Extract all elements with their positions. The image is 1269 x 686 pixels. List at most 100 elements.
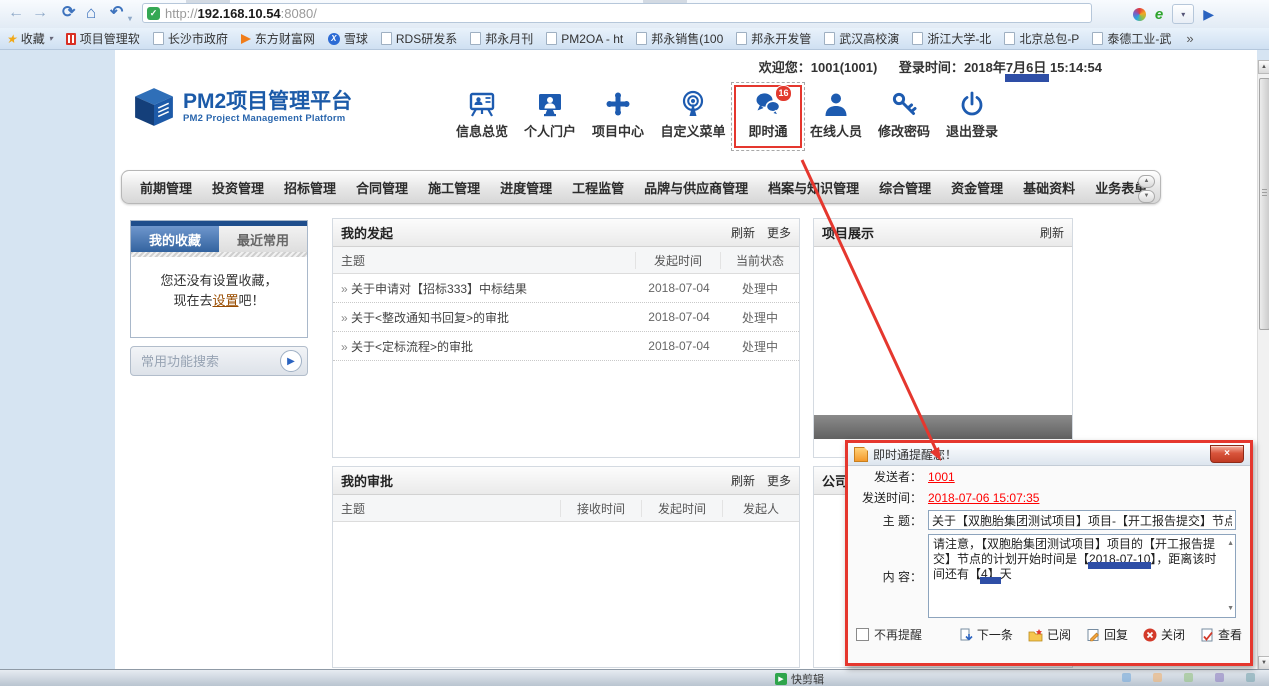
menu-scroll-down[interactable]: ▼ xyxy=(1138,190,1155,203)
bookmark-item[interactable]: 邦永月刊 xyxy=(470,30,533,47)
function-search-input[interactable] xyxy=(139,353,280,370)
refresh-link[interactable]: 刷新 xyxy=(1040,224,1064,241)
tray-icon[interactable] xyxy=(1246,673,1255,682)
dialog-close-button[interactable]: × xyxy=(1210,445,1244,463)
mark-read-button[interactable]: 已阅 xyxy=(1028,626,1071,643)
bookmark-item[interactable]: 长沙市政府 xyxy=(153,30,228,47)
tab-recently-used[interactable]: 最近常用 xyxy=(219,226,307,252)
menu-item[interactable]: 品牌与供应商管理 xyxy=(634,178,758,197)
scroll-up-icon[interactable]: ▲ xyxy=(1258,60,1269,74)
no-more-reminder-checkbox[interactable] xyxy=(856,628,869,641)
screen: ← → ⟳ ⌂ ↶ ▾ ✓ http://192.168.10.54:8080/… xyxy=(0,0,1269,686)
setup-link[interactable]: 设置 xyxy=(212,293,238,308)
bookmark-item[interactable]: 邦永开发管 xyxy=(736,30,811,47)
nav-online-users[interactable]: 在线人员 xyxy=(802,90,870,140)
nav-info-overview[interactable]: 信息总览 xyxy=(448,90,516,140)
bookmark-item[interactable]: 邦永销售(100 xyxy=(636,30,723,47)
nav-personal-portal[interactable]: 个人门户 xyxy=(516,90,584,140)
table-row[interactable]: 关于<定标流程>的审批 2018-07-04 处理中 xyxy=(333,332,799,361)
refresh-link[interactable]: 刷新 xyxy=(731,472,755,489)
power-icon xyxy=(958,90,986,118)
favorites-menu[interactable]: ★ 收藏 ▾ xyxy=(6,30,53,47)
page-scrollbar[interactable]: ▲ ▼ xyxy=(1257,60,1269,670)
nav-logout[interactable]: 退出登录 xyxy=(938,90,1006,140)
scroll-down-icon[interactable]: ▼ xyxy=(1258,656,1269,670)
bookmarks-bar: ★ 收藏 ▾ 项目管理软 长沙市政府 东方财富网 X雪球 RDS研发系 邦永月刊… xyxy=(0,28,1269,50)
forward-icon[interactable]: → xyxy=(32,3,48,23)
browser-wheel-icon[interactable] xyxy=(1133,8,1146,21)
textarea-scroll-down-icon[interactable]: ▼ xyxy=(1227,601,1234,616)
cube-logo-icon xyxy=(133,86,175,128)
textarea-scroll-up-icon[interactable]: ▲ xyxy=(1227,536,1234,551)
refresh-icon[interactable]: ⟳ xyxy=(62,3,75,23)
home-icon[interactable]: ⌂ xyxy=(86,3,96,23)
note-icon xyxy=(854,447,868,462)
taskbar-app[interactable]: ▶ 快剪辑 xyxy=(775,671,824,686)
scrollbar-thumb[interactable] xyxy=(1259,78,1269,330)
menu-item[interactable]: 前期管理 xyxy=(130,178,202,197)
close-message-button[interactable]: 关闭 xyxy=(1143,626,1185,643)
menu-item[interactable]: 资金管理 xyxy=(941,178,1013,197)
tray-icon[interactable] xyxy=(1153,673,1162,682)
bookmark-item[interactable]: 北京总包-P xyxy=(1004,30,1079,47)
nav-project-center[interactable]: 项目中心 xyxy=(584,90,652,140)
dialog-footer: 不再提醒 下一条 已阅 xyxy=(848,620,1250,643)
bookmark-item[interactable]: X雪球 xyxy=(328,30,368,47)
undo-caret-icon[interactable]: ▾ xyxy=(128,9,132,29)
menu-item[interactable]: 投资管理 xyxy=(202,178,274,197)
bookmark-item[interactable]: 泰德工业-武 xyxy=(1092,30,1171,47)
send-time-link[interactable]: 2018-07-06 15:07:35 xyxy=(928,491,1039,505)
menu-item[interactable]: 进度管理 xyxy=(490,178,562,197)
content-textarea[interactable]: 请注意，【双胞胎集团测试项目】项目的【开工报告提交】节点的计划开始时间是【201… xyxy=(928,534,1236,618)
unread-badge: 16 xyxy=(775,85,792,102)
bookmark-item[interactable]: 武汉高校演 xyxy=(824,30,899,47)
app-logo: PM2项目管理平台 PM2 Project Management Platfor… xyxy=(133,86,352,128)
bookmark-item[interactable]: 浙江大学-北 xyxy=(912,30,991,47)
go-icon[interactable]: ▶ xyxy=(1203,6,1214,22)
bookmark-item[interactable]: PM2OA - ht xyxy=(546,32,623,46)
bookmark-item[interactable]: 东方财富网 xyxy=(241,30,315,47)
undo-icon[interactable]: ↶ xyxy=(110,3,123,23)
table-row[interactable]: 关于<整改通知书回复>的审批 2018-07-04 处理中 xyxy=(333,303,799,332)
sender-link[interactable]: 1001 xyxy=(928,470,955,484)
browser-toolbar: ← → ⟳ ⌂ ↶ ▾ ✓ http://192.168.10.54:8080/… xyxy=(0,0,1269,29)
bookmark-item[interactable]: 项目管理软 xyxy=(66,30,140,47)
nav-change-password[interactable]: 修改密码 xyxy=(870,90,938,140)
back-icon[interactable]: ← xyxy=(8,3,24,23)
taskbar: ▶ 快剪辑 xyxy=(0,669,1269,686)
bookmark-item[interactable]: RDS研发系 xyxy=(381,30,457,47)
more-link[interactable]: 更多 xyxy=(767,472,791,489)
highlighted-date: 7月6日 xyxy=(1006,60,1046,75)
menu-item[interactable]: 招标管理 xyxy=(274,178,346,197)
bookmarks-overflow-icon[interactable]: » xyxy=(1186,31,1193,46)
table-header: 主题 接收时间 发起时间 发起人 xyxy=(333,495,799,522)
content-row: 内 容： 请注意，【双胞胎集团测试项目】项目的【开工报告提交】节点的计划开始时间… xyxy=(848,532,1250,620)
tray-icon[interactable] xyxy=(1184,673,1193,682)
url-bar[interactable]: ✓ http://192.168.10.54:8080/ xyxy=(142,3,1092,23)
site-safety-icon: ✓ xyxy=(147,7,160,20)
tray-icon[interactable] xyxy=(1215,673,1224,682)
ie-mode-icon[interactable]: e xyxy=(1155,7,1163,22)
search-go-icon[interactable]: ▶ xyxy=(280,350,302,372)
tab-my-favorites[interactable]: 我的收藏 xyxy=(131,226,219,252)
menu-item[interactable]: 合同管理 xyxy=(346,178,418,197)
menu-item[interactable]: 基础资料 xyxy=(1013,178,1085,197)
nav-custom-menu[interactable]: 自定义菜单 xyxy=(652,90,734,140)
menu-scroll-up[interactable]: ▲ xyxy=(1138,175,1155,188)
subject-input[interactable] xyxy=(928,510,1236,530)
more-link[interactable]: 更多 xyxy=(767,224,791,241)
my-approvals-panel: 我的审批 刷新 更多 主题 接收时间 发起时间 发起人 xyxy=(332,466,800,668)
table-row[interactable]: 关于申请对【招标333】中标结果 2018-07-04 处理中 xyxy=(333,274,799,303)
menu-item[interactable]: 工程监管 xyxy=(562,178,634,197)
reply-button[interactable]: 回复 xyxy=(1086,626,1128,643)
menu-item[interactable]: 档案与知识管理 xyxy=(758,178,869,197)
menu-item[interactable]: 施工管理 xyxy=(418,178,490,197)
toolbar-dropdown[interactable]: ▾ xyxy=(1172,4,1194,24)
url-host: 192.168.10.54 xyxy=(198,6,281,21)
view-button[interactable]: 查看 xyxy=(1200,626,1242,643)
menu-item[interactable]: 综合管理 xyxy=(869,178,941,197)
next-item-button[interactable]: 下一条 xyxy=(959,626,1013,643)
nav-instant-messenger[interactable]: 16 即时通 xyxy=(734,90,802,140)
refresh-link[interactable]: 刷新 xyxy=(731,224,755,241)
tray-icon[interactable] xyxy=(1122,673,1131,682)
